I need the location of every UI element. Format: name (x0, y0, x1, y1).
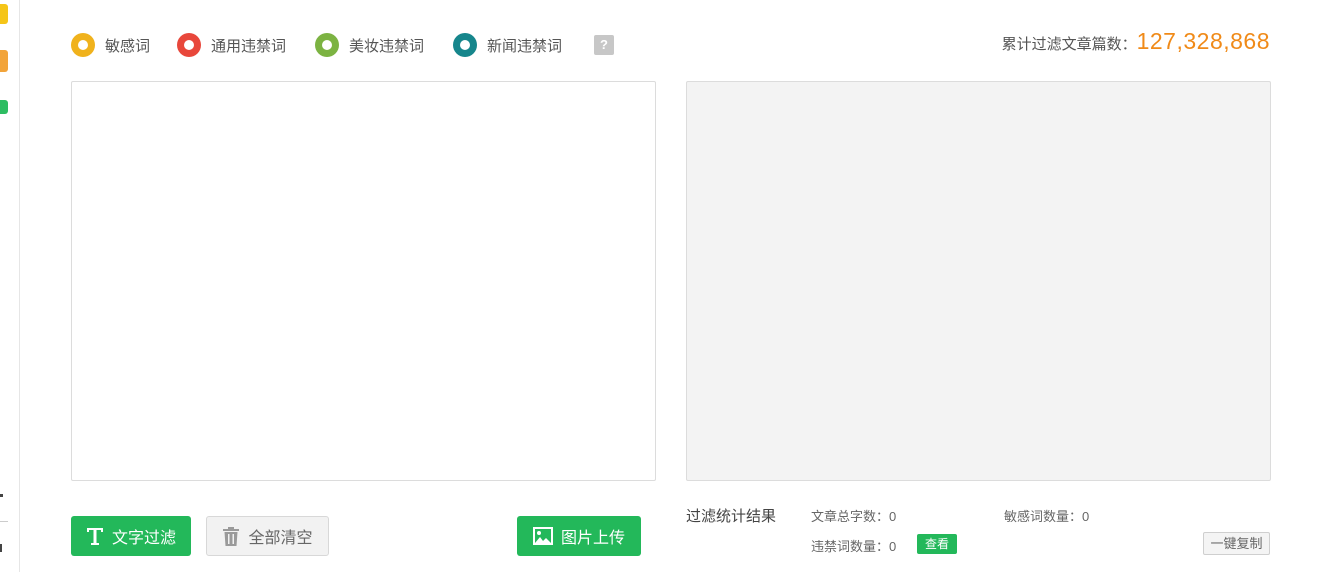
menu-dots-icon[interactable] (0, 544, 2, 552)
view-button[interactable]: 查看 (917, 534, 957, 554)
text-t-icon (86, 526, 104, 546)
legend-item-sensitive: 敏感词 (71, 33, 150, 57)
legend-item-beauty: 美妆违禁词 (315, 33, 424, 57)
image-icon (532, 527, 553, 545)
stats-title: 过滤统计结果 (686, 508, 777, 525)
clear-all-button[interactable]: 全部清空 (206, 516, 329, 556)
legend-label: 敏感词 (105, 37, 151, 55)
total-chars-stat: 文章总字数：0 (811, 509, 897, 524)
legend-label: 新闻违禁词 (487, 37, 563, 55)
copy-all-button[interactable]: 一键复制 (1203, 532, 1270, 555)
legend-item-news: 新闻违禁词 (453, 33, 562, 57)
sensitive-count-stat: 敏感词数量：0 (1004, 509, 1090, 524)
help-icon[interactable]: ? (594, 35, 614, 55)
text-filter-button[interactable]: 文字过滤 (71, 516, 191, 556)
counter-value: 127,328,868 (1136, 28, 1270, 54)
green-ring-icon (315, 33, 339, 57)
left-sidebar-rail (0, 0, 20, 572)
yellow-ring-icon (71, 33, 95, 57)
trash-icon (222, 526, 240, 546)
text-filter-label: 文字过滤 (111, 530, 176, 547)
image-upload-button[interactable]: 图片上传 (517, 516, 641, 556)
banned-count-stat: 违禁词数量：0 (811, 539, 897, 554)
text-input-area[interactable] (71, 81, 656, 481)
image-upload-label: 图片上传 (560, 530, 625, 547)
legend-label: 美妆违禁词 (349, 37, 425, 55)
lightning-icon[interactable] (0, 4, 8, 24)
rail-divider (0, 521, 8, 522)
filter-result-area (686, 81, 1271, 481)
filtered-article-counter: 累计过滤文章篇数： 127,328,868 (1002, 28, 1270, 55)
clear-all-label: 全部清空 (248, 530, 313, 547)
counter-label: 累计过滤文章篇数： (1001, 36, 1137, 53)
rail-dot-icon (0, 494, 3, 497)
teal-ring-icon (453, 33, 477, 57)
red-ring-icon (177, 33, 201, 57)
legend-label: 通用违禁词 (211, 37, 287, 55)
legend-item-general: 通用违禁词 (177, 33, 286, 57)
smile-icon[interactable] (0, 50, 8, 72)
chart-icon[interactable] (0, 100, 8, 114)
